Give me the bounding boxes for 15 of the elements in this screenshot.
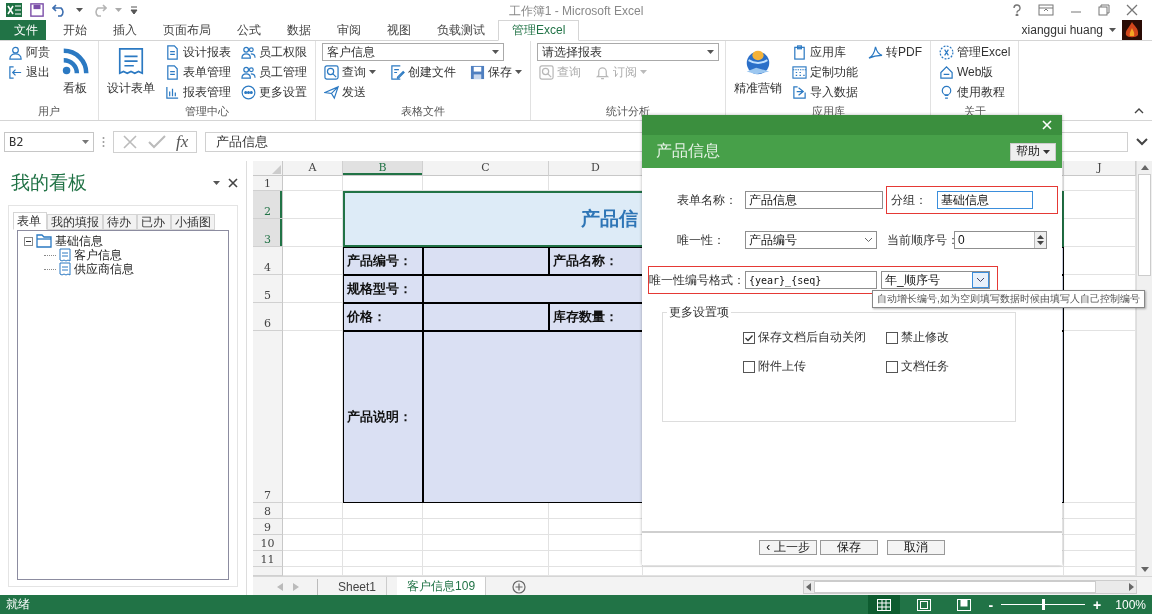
status-text: 就绪	[6, 596, 30, 613]
field-label: 分组：	[890, 191, 928, 209]
field-label: 唯一性：	[676, 231, 726, 249]
field-label: 表单名称：	[676, 191, 738, 209]
window-title: 工作簿1 - Microsoft Excel	[508, 3, 644, 20]
group-title: 更多设置项	[668, 304, 730, 321]
field-label: 唯一性编号格式：	[649, 271, 745, 289]
dialog-title: 产品信息	[656, 141, 720, 161]
group-label: 表格文件	[400, 104, 446, 119]
tooltip: 自动增长编号,如为空则填写数据时候由填写人自己控制编号	[872, 290, 1145, 308]
field-label: 当前顺序号：	[887, 231, 954, 249]
group-label: 用户	[37, 104, 61, 119]
group-label: 管理中心	[184, 104, 230, 119]
pane-title: 我的看板	[11, 171, 87, 195]
form-title: 产品信	[581, 207, 638, 231]
